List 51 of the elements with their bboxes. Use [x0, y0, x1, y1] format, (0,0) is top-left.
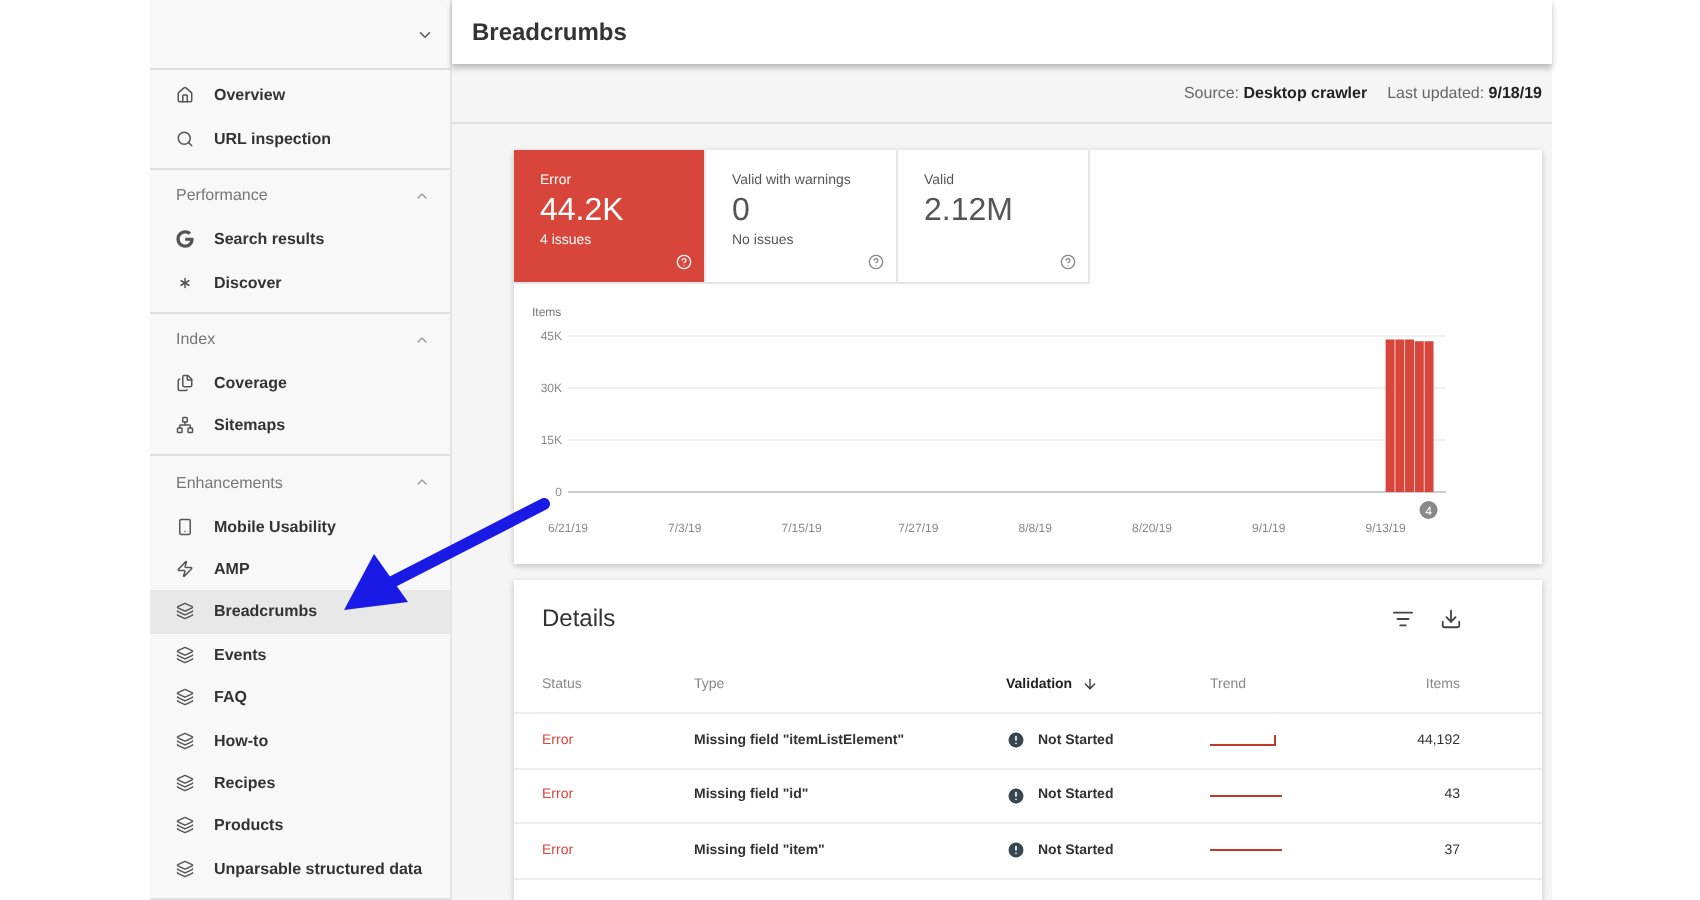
- trend-sparkline: [1210, 734, 1276, 747]
- trend-sparkline: [1210, 793, 1282, 798]
- home-icon: [176, 86, 194, 105]
- tile-value: 44.2K: [540, 194, 626, 230]
- section-heading: Enhancements: [176, 473, 283, 492]
- layers-icon: [176, 859, 194, 878]
- sidebar-item[interactable]: Search results: [150, 217, 450, 261]
- help-icon[interactable]: [868, 254, 884, 270]
- card-title: Details: [542, 604, 616, 632]
- sidebar-item[interactable]: FAQ: [150, 676, 450, 719]
- page-title: Breadcrumbs: [472, 18, 627, 47]
- trend-sparkline: [1210, 848, 1282, 853]
- phone-icon: [176, 517, 194, 536]
- help-icon[interactable]: [1060, 254, 1076, 270]
- google-g-icon: [176, 230, 194, 249]
- sidebar-item[interactable]: Mobile Usability: [150, 504, 450, 548]
- sidebar-item[interactable]: Coverage: [150, 361, 450, 405]
- search-icon: [176, 129, 194, 148]
- sidebar-item[interactable]: How-to: [150, 718, 450, 762]
- last-updated-info: Last updated: 9/18/19: [1387, 84, 1542, 103]
- alert-icon: [1006, 840, 1026, 861]
- sidebar-item[interactable]: Discover: [150, 260, 450, 304]
- layers-icon: [176, 645, 194, 664]
- download-icon[interactable]: [1440, 607, 1462, 629]
- sidebar-item[interactable]: Sitemaps: [150, 404, 450, 447]
- alert-icon: [1006, 785, 1026, 806]
- filter-icon[interactable]: [1392, 607, 1414, 629]
- section-heading: Performance: [176, 186, 268, 205]
- sidebar-item[interactable]: AMP: [150, 547, 450, 591]
- sort-arrow-icon[interactable]: [1082, 676, 1099, 692]
- alert-icon: [1006, 730, 1026, 751]
- sidebar-item[interactable]: URL inspection: [150, 117, 450, 160]
- tile-value: 0: [732, 194, 752, 230]
- sidebar-item[interactable]: Events: [150, 633, 450, 677]
- section-heading: Index: [176, 330, 216, 349]
- layers-icon: [176, 774, 194, 793]
- asterisk-icon: [176, 273, 194, 291]
- layers-icon: [176, 816, 194, 835]
- layers-icon: [176, 688, 194, 707]
- lightning-icon: [176, 560, 194, 579]
- sidebar-item[interactable]: Products: [150, 804, 450, 848]
- sidebar-item[interactable]: Unparsable structured data: [150, 847, 450, 890]
- sitemap-icon: [176, 416, 194, 435]
- source-info: Source: Desktop crawler: [1183, 84, 1368, 103]
- sidebar-item[interactable]: Recipes: [150, 761, 450, 805]
- sidebar-item[interactable]: Overview: [150, 74, 450, 118]
- layers-icon: [176, 602, 194, 621]
- layers-icon: [176, 731, 194, 750]
- sidebar-item[interactable]: Breadcrumbs: [150, 590, 450, 634]
- tile-value: 2.12M: [924, 194, 1015, 230]
- pages-icon: [176, 373, 194, 392]
